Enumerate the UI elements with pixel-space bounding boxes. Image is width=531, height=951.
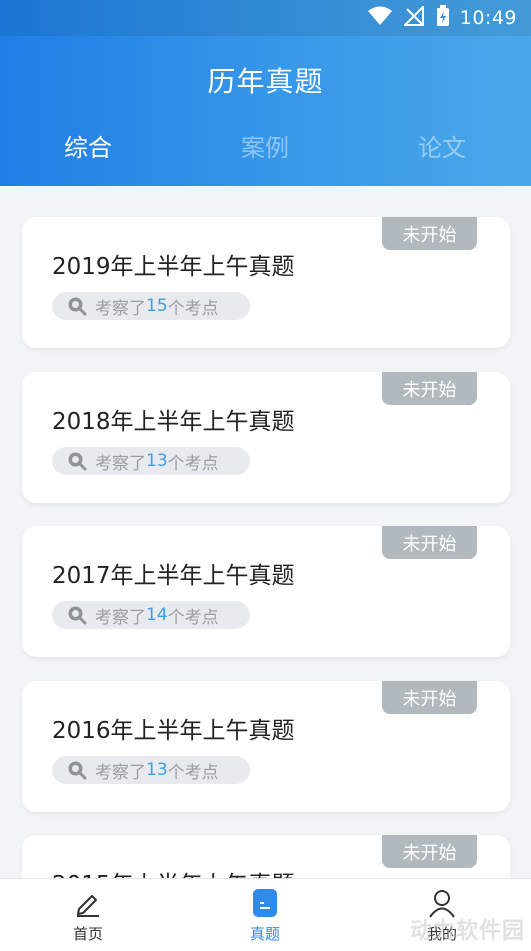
status-badge: 未开始: [382, 835, 477, 868]
chip-count: 14: [146, 605, 168, 625]
exam-title: 2017年上半年上午真题: [52, 563, 295, 589]
header: 10:49 历年真题 综合 案例 论文: [0, 0, 531, 186]
page-title: 历年真题: [207, 65, 324, 98]
topic-count-chip: 考察了 13 个考点: [52, 447, 250, 475]
status-badge: 未开始: [382, 526, 477, 559]
status-badge: 未开始: [382, 681, 477, 714]
search-icon: [67, 296, 87, 316]
tab-essay[interactable]: 论文: [382, 128, 502, 163]
chip-suffix: 个考点: [167, 762, 219, 783]
chip-prefix: 考察了: [95, 298, 146, 319]
status-badge: 未开始: [382, 217, 477, 250]
exam-card[interactable]: 未开始 2016年上半年上午真题 考察了 13 个考点: [22, 681, 510, 812]
exam-title: 2015年上半年上午真题: [52, 865, 295, 878]
search-icon: [67, 605, 87, 625]
tab-case[interactable]: 案例: [205, 128, 325, 163]
battery-icon: [436, 5, 450, 31]
exam-title: 2019年上半年上午真题: [52, 254, 295, 280]
bottom-tab-bar: 首页 真题 我的 动力软件园: [0, 878, 531, 951]
topic-count-chip: 考察了 14 个考点: [52, 601, 250, 629]
topic-count-chip: 考察了 13 个考点: [52, 756, 250, 784]
chip-prefix: 考察了: [95, 453, 146, 474]
topic-count-chip: 考察了 15 个考点: [52, 292, 250, 320]
tab-bar: 综合 案例 论文: [0, 128, 531, 168]
status-bar: 10:49: [0, 0, 531, 36]
exam-card[interactable]: 未开始 2017年上半年上午真题 考察了 14 个考点: [22, 526, 510, 657]
clock: 10:49: [459, 7, 517, 29]
tab-comprehensive[interactable]: 综合: [28, 128, 148, 163]
tab-exams[interactable]: 真题: [225, 887, 305, 944]
edit-icon: [48, 887, 128, 919]
tab-home-label: 首页: [72, 925, 103, 943]
chip-prefix: 考察了: [95, 607, 146, 628]
exam-card[interactable]: 未开始 2018年上半年上午真题 考察了 13 个考点: [22, 372, 510, 503]
exam-title: 2018年上半年上午真题: [52, 409, 295, 435]
status-badge: 未开始: [382, 372, 477, 405]
search-icon: [67, 760, 87, 780]
wifi-icon: [367, 6, 392, 30]
chip-suffix: 个考点: [167, 298, 219, 319]
exam-list: 未开始 2019年上半年上午真题 考察了 15 个考点 未开始 2018年上半年上午…: [0, 186, 531, 878]
chip-count: 15: [146, 296, 168, 316]
tab-home[interactable]: 首页: [48, 887, 128, 944]
chip-count: 13: [146, 760, 168, 780]
no-signal-icon: [402, 4, 424, 30]
chip-suffix: 个考点: [167, 453, 219, 474]
chip-prefix: 考察了: [95, 762, 146, 783]
tab-exams-label: 真题: [249, 925, 280, 943]
search-icon: [67, 451, 87, 471]
chip-count: 13: [146, 451, 168, 471]
document-icon: [225, 887, 305, 919]
exam-card[interactable]: 未开始 2019年上半年上午真题 考察了 15 个考点: [22, 217, 510, 348]
watermark: 动力软件园: [409, 919, 525, 944]
exam-card[interactable]: 未开始 2015年上半年上午真题: [22, 835, 510, 878]
exam-title: 2016年上半年上午真题: [52, 718, 295, 744]
chip-suffix: 个考点: [167, 607, 219, 628]
